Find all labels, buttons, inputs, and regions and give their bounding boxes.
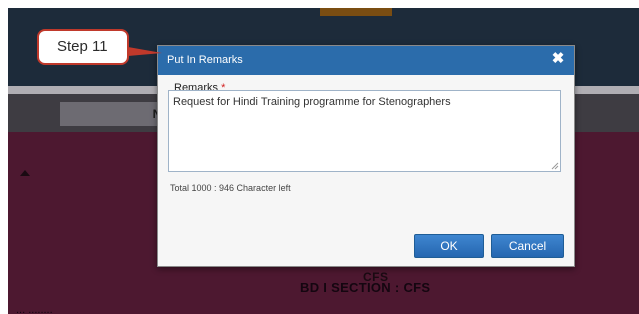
caret-up-icon <box>20 170 30 176</box>
close-icon[interactable]: ✖ <box>551 51 565 67</box>
background-text: ... ........ <box>16 304 53 314</box>
remarks-dialog: Put In Remarks ✖ Remarks * Total 1000 : … <box>157 45 575 267</box>
callout-pointer-icon <box>128 47 162 56</box>
resize-grip-icon[interactable] <box>551 162 559 170</box>
step-callout: Step 11 <box>37 29 129 65</box>
character-counter: Total 1000 : 946 Character left <box>170 183 291 193</box>
dialog-title: Put In Remarks <box>167 54 243 66</box>
section-name: BD I SECTION : CFS <box>300 280 431 295</box>
dialog-title-bar: Put In Remarks ✖ <box>158 46 574 75</box>
app-tab[interactable]: Na <box>60 102 172 126</box>
header-accent <box>320 8 392 16</box>
cancel-button[interactable]: Cancel <box>491 234 564 258</box>
remarks-input[interactable] <box>168 90 561 172</box>
ok-button[interactable]: OK <box>414 234 484 258</box>
